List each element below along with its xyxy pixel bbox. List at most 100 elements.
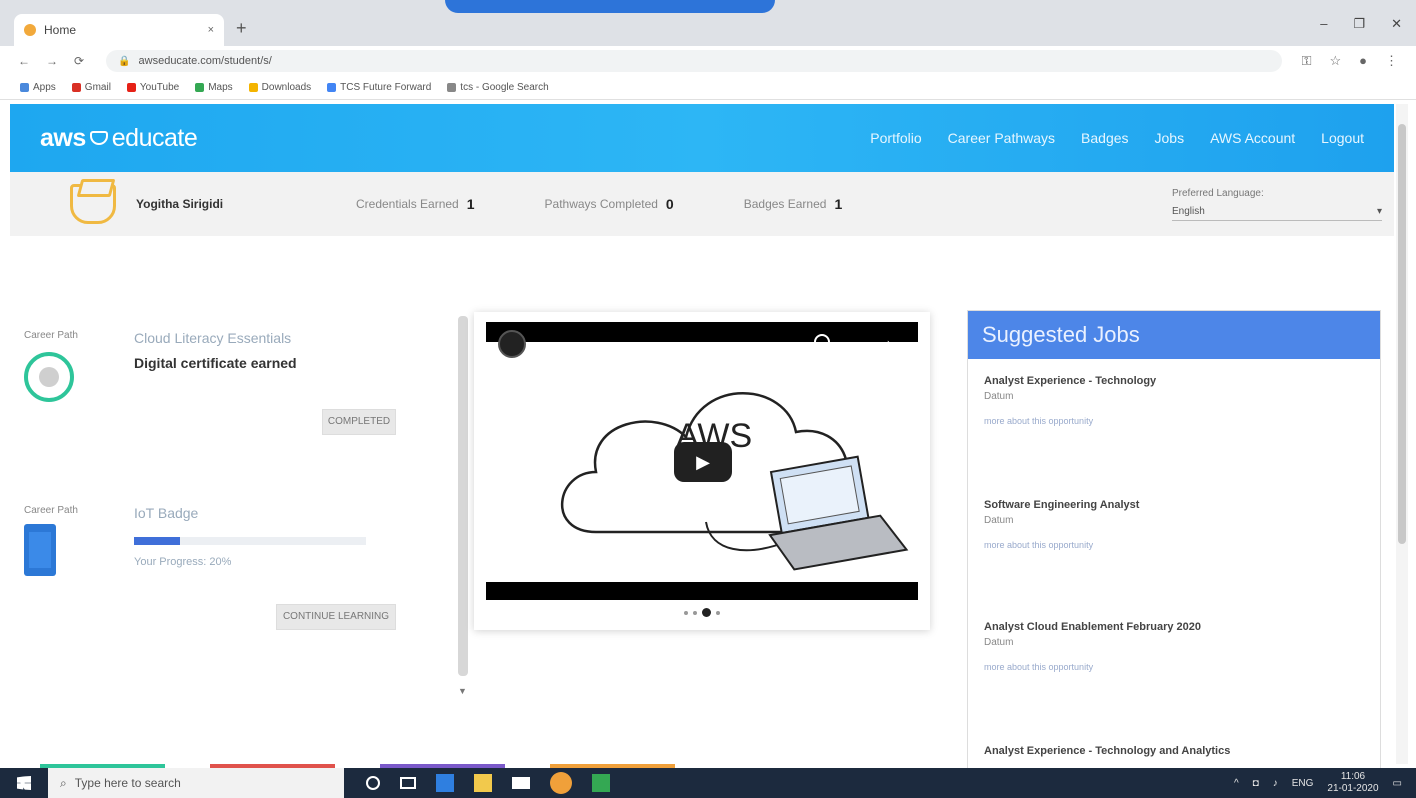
bookmark-maps[interactable]: Maps — [195, 82, 233, 93]
job-link[interactable]: more about this opportunity — [984, 662, 1364, 672]
key-icon[interactable]: ⚿ — [1302, 53, 1312, 69]
job-company: Datum — [984, 391, 1014, 402]
nav-portfolio[interactable]: Portfolio — [870, 130, 921, 146]
nav-career-pathways[interactable]: Career Pathways — [948, 130, 1055, 146]
system-tray: ^ ◘ ♪ ENG 11:06 21-01-2020 ▭ — [1234, 771, 1416, 795]
bookmark-youtube[interactable]: YouTube — [126, 82, 179, 93]
back-arrow-icon[interactable]: ← — [18, 54, 30, 68]
chevron-up-icon[interactable]: ^ — [1234, 778, 1239, 789]
url-field[interactable]: 🔒 awseducate.com/student/s/ — [106, 50, 1282, 72]
close-window-button[interactable]: ✕ — [1391, 16, 1402, 32]
career-path-status: Digital certificate earned — [134, 355, 297, 371]
carousel-dot[interactable] — [693, 610, 697, 615]
browser-tabstrip: Home × + – ❐ ✕ — [0, 0, 1416, 46]
career-path-label: Career Path — [24, 330, 78, 341]
nav-aws-account[interactable]: AWS Account — [1210, 130, 1295, 146]
reload-icon[interactable]: ⟳ — [74, 54, 84, 68]
start-button[interactable] — [0, 768, 48, 798]
preferred-language: Preferred Language: English ▾ — [1172, 188, 1382, 221]
job-item: Analyst Cloud Enablement February 2020 D… — [984, 621, 1364, 672]
play-button[interactable]: ▶ — [674, 442, 732, 482]
calculator-icon[interactable] — [592, 774, 610, 792]
tab-title: Home — [44, 23, 77, 37]
video-top-bar — [486, 322, 918, 342]
profile-bar: Yogitha Sirigidi Credentials Earned 1 Pat… — [10, 172, 1394, 236]
nav-badges[interactable]: Badges — [1081, 130, 1128, 146]
video-player[interactable]: AWS ➦ ▶ — [486, 322, 918, 600]
google-icon — [447, 83, 457, 92]
browser-tab[interactable]: Home × — [14, 14, 224, 46]
site-header: aws educate Portfolio Career Pathways Ba… — [10, 104, 1394, 172]
suggested-jobs-panel: Suggested Jobs Analyst Experience - Tech… — [967, 310, 1381, 770]
profile-icon[interactable]: ● — [1359, 53, 1367, 69]
chrome-icon[interactable] — [550, 772, 572, 794]
youtube-icon — [126, 83, 136, 92]
new-tab-button[interactable]: + — [236, 18, 247, 39]
tab-close-button[interactable]: × — [208, 24, 214, 36]
bookmark-apps[interactable]: Apps — [20, 82, 56, 93]
scroll-down-arrow-icon[interactable]: ▼ — [458, 686, 467, 696]
volume-icon[interactable]: ♪ — [1273, 778, 1278, 789]
job-company: Datum — [984, 515, 1014, 526]
maps-icon — [195, 83, 205, 92]
address-bar-row: ← → ⟳ 🔒 awseducate.com/student/s/ ⚿ ☆ ● … — [0, 46, 1416, 76]
window-controls: – ❐ ✕ — [1320, 16, 1402, 32]
edge-icon[interactable] — [436, 774, 454, 792]
continue-learning-button[interactable]: CONTINUE LEARNING — [276, 604, 396, 630]
gmail-icon — [71, 83, 81, 92]
credentials-earned-stat: Credentials Earned 1 — [356, 196, 475, 212]
career-path-title[interactable]: Cloud Literacy Essentials — [134, 330, 291, 346]
language-select[interactable]: English ▾ — [1172, 203, 1382, 221]
bookmark-gmail[interactable]: Gmail — [71, 82, 111, 93]
language-indicator[interactable]: ENG — [1292, 778, 1314, 789]
notifications-icon[interactable]: ▭ — [1393, 778, 1402, 789]
nav-logout[interactable]: Logout — [1321, 130, 1364, 146]
menu-icon[interactable]: ⋮ — [1385, 53, 1398, 69]
completed-button[interactable]: COMPLETED — [322, 409, 396, 435]
carousel-scrollbar[interactable] — [458, 316, 468, 676]
career-path-title[interactable]: IoT Badge — [134, 505, 198, 521]
bookmark-downloads[interactable]: Downloads — [248, 82, 311, 93]
maximize-button[interactable]: ❐ — [1353, 16, 1365, 32]
page-scrollbar-thumb[interactable] — [1398, 124, 1406, 544]
windows-logo-icon — [17, 776, 31, 790]
job-link[interactable]: more about this opportunity — [984, 540, 1364, 550]
task-view-icon[interactable] — [400, 777, 416, 789]
bookmark-google-search[interactable]: tcs - Google Search — [447, 82, 549, 93]
job-title[interactable]: Analyst Experience - Technology — [984, 375, 1364, 387]
progress-bar-fill — [134, 537, 181, 545]
forward-arrow-icon[interactable]: → — [46, 54, 58, 68]
taskbar-search[interactable]: ⌕ Type here to search — [48, 768, 344, 798]
search-icon: ⌕ — [60, 775, 67, 790]
mail-icon[interactable] — [512, 777, 530, 789]
career-path-label: Career Path — [24, 505, 78, 516]
carousel-dot-active[interactable] — [702, 608, 711, 617]
share-icon[interactable]: ➦ — [879, 334, 892, 354]
network-icon[interactable]: ◘ — [1253, 778, 1259, 789]
bookmark-tcs-future-forward[interactable]: TCS Future Forward — [327, 82, 431, 93]
file-explorer-icon[interactable] — [474, 774, 492, 792]
carousel-dot[interactable] — [716, 610, 720, 615]
clock[interactable]: 11:06 21-01-2020 — [1327, 771, 1378, 795]
minimize-button[interactable]: – — [1320, 16, 1327, 32]
star-icon[interactable]: ☆ — [1329, 53, 1341, 69]
carousel-dots — [684, 608, 720, 617]
cortana-icon[interactable] — [366, 776, 380, 790]
carousel-dot[interactable] — [684, 610, 688, 615]
watch-later-icon[interactable] — [814, 334, 830, 350]
job-item: Analyst Experience - Technology and Anal… — [984, 745, 1364, 757]
badges-earned-stat: Badges Earned 1 — [743, 196, 843, 212]
video-carousel: AWS ➦ ▶ — [474, 312, 930, 630]
job-link[interactable]: more about this opportunity — [984, 416, 1364, 426]
job-title[interactable]: Analyst Experience - Technology and Anal… — [984, 745, 1364, 757]
nav-jobs[interactable]: Jobs — [1155, 130, 1185, 146]
progress-text: Your Progress: 20% — [134, 556, 232, 568]
progress-bar — [134, 537, 366, 545]
job-title[interactable]: Analyst Cloud Enablement February 2020 — [984, 621, 1364, 633]
aws-educate-logo[interactable]: aws educate — [40, 124, 198, 153]
student-name: Yogitha Sirigidi — [136, 197, 224, 211]
page-scrollbar[interactable] — [1396, 104, 1408, 764]
bookmarks-bar: Apps Gmail YouTube Maps Downloads TCS Fu… — [0, 76, 1416, 100]
pathways-completed-stat: Pathways Completed 0 — [544, 196, 674, 212]
job-title[interactable]: Software Engineering Analyst — [984, 499, 1364, 511]
